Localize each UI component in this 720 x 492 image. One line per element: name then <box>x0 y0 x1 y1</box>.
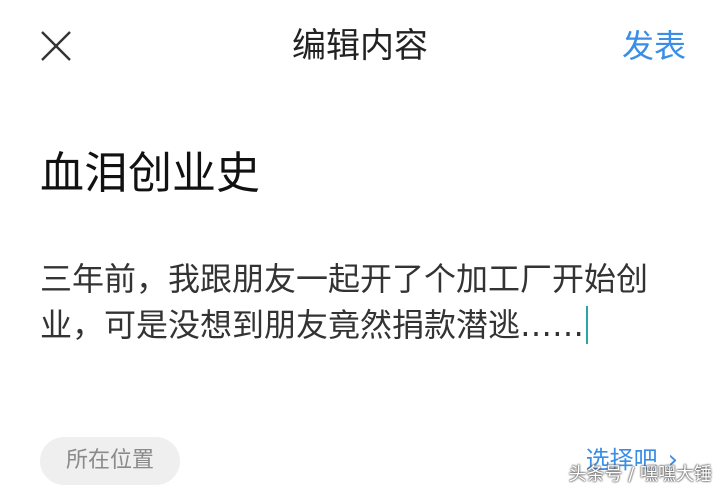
text-cursor <box>586 306 589 344</box>
article-body-input[interactable]: 三年前，我跟朋友一起开了个加工厂开始创业，可是没想到朋友竟然捐款潜逃…… <box>40 256 670 348</box>
article-body-text: 三年前，我跟朋友一起开了个加工厂开始创业，可是没想到朋友竟然捐款潜逃…… <box>40 260 649 344</box>
article-title-input[interactable]: 血泪创业史 <box>40 146 260 202</box>
publish-button[interactable]: 发表 <box>622 24 686 68</box>
page-title: 编辑内容 <box>292 26 428 66</box>
location-button[interactable]: 所在位置 <box>40 437 181 485</box>
top-bar: 编辑内容 发表 <box>0 0 720 90</box>
watermark: 头条号 / 嘿嘿大锤 <box>568 464 712 485</box>
